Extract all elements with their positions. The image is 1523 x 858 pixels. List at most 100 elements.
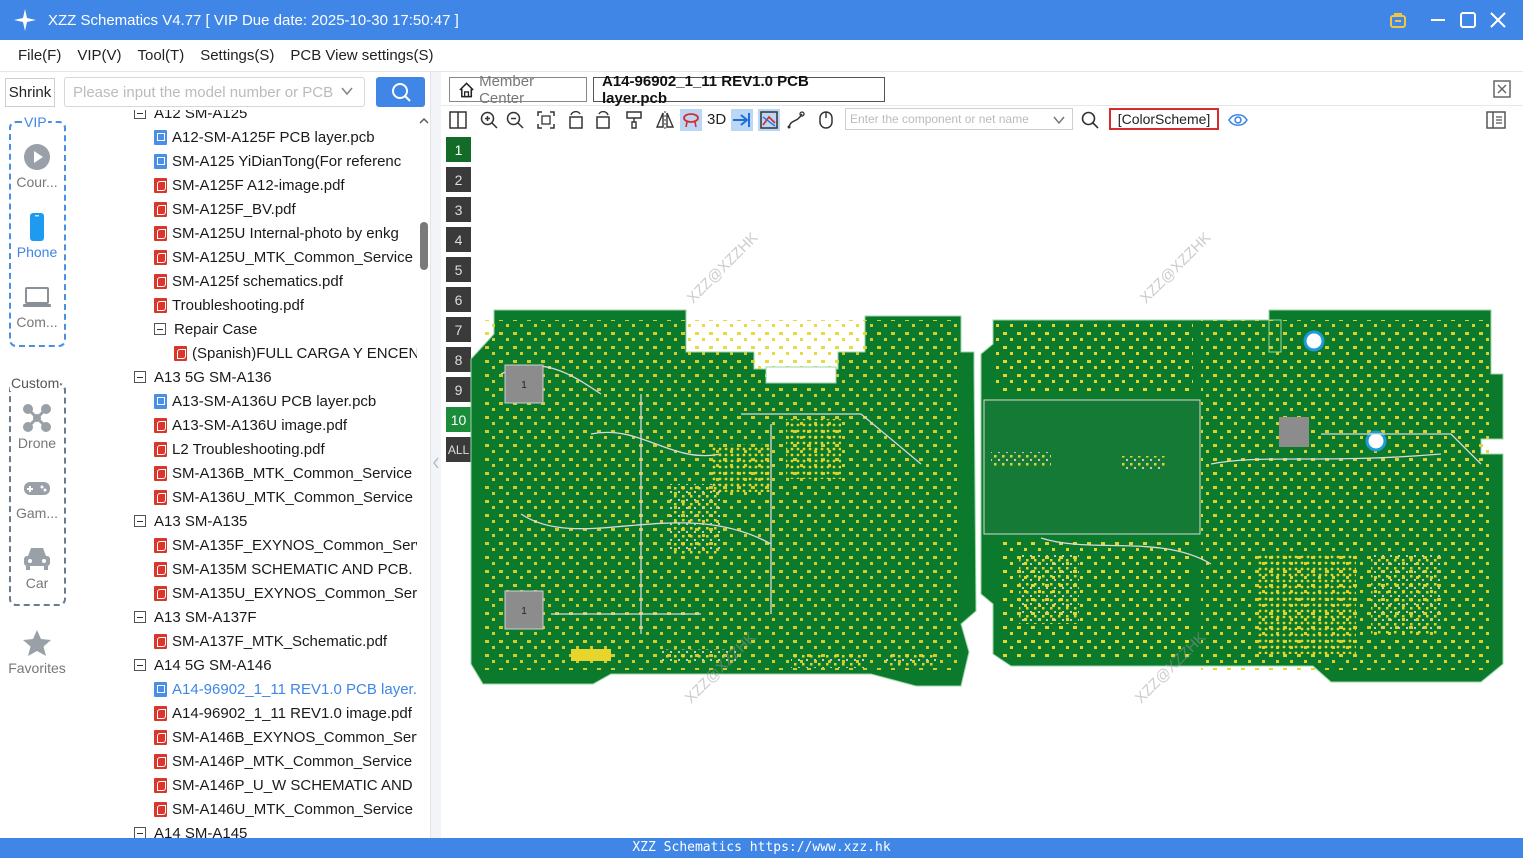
zoom-out-button[interactable] bbox=[504, 109, 526, 131]
pdf-file-icon bbox=[154, 561, 167, 577]
tree-file[interactable]: SM-A125 YiDianTong(For referenc bbox=[154, 149, 401, 173]
search-placeholder: Please input the model number or PCB bbox=[73, 83, 334, 101]
collapse-icon[interactable] bbox=[134, 515, 146, 527]
collapse-icon[interactable] bbox=[134, 371, 146, 383]
fit-view-icon bbox=[537, 111, 555, 129]
maximize-button[interactable] bbox=[1458, 0, 1478, 40]
collapse-icon[interactable] bbox=[134, 611, 146, 623]
pcb-board-view[interactable]: 1 1 XZZ@XZZHK XZZ@XZZHK XZZ@XZZHK XZZ@XZ… bbox=[441, 134, 1523, 838]
rail-item-drone[interactable]: Drone bbox=[0, 404, 74, 451]
menu-vip[interactable]: VIP(V) bbox=[77, 47, 121, 64]
rotate-right-button[interactable] bbox=[592, 109, 614, 131]
mirror-button[interactable] bbox=[654, 109, 676, 131]
chevron-down-icon[interactable] bbox=[340, 84, 354, 98]
rail-item-car[interactable]: Car bbox=[0, 544, 74, 591]
format-brush-button[interactable] bbox=[623, 109, 645, 131]
visibility-button[interactable] bbox=[1227, 109, 1249, 131]
rail-item-courses[interactable]: Cour... bbox=[0, 143, 74, 190]
tree-file[interactable]: A14-96902_1_11 REV1.0 image.pdf bbox=[154, 701, 412, 725]
tree-file[interactable]: SM-A135M SCHEMATIC AND PCB. bbox=[154, 557, 413, 581]
tree-folder[interactable]: A12 SM-A125 bbox=[134, 110, 247, 125]
tab-pcb-layer[interactable]: A14-96902_1_11 REV1.0 PCB layer.pcb bbox=[593, 73, 885, 107]
tree-file[interactable]: A12-SM-A125F PCB layer.pcb bbox=[154, 125, 375, 149]
tree-file[interactable]: SM-A135U_EXYNOS_Common_Serv bbox=[154, 581, 425, 605]
rail-item-label: Phone bbox=[16, 244, 58, 260]
close-button[interactable] bbox=[1488, 0, 1508, 40]
tree-file[interactable]: SM-A136U_MTK_Common_Service bbox=[154, 485, 413, 509]
trace-tool-button[interactable] bbox=[785, 109, 807, 131]
pdf-file-icon bbox=[154, 417, 167, 433]
tree-file[interactable]: SM-A146P_U_W SCHEMATIC AND bbox=[154, 773, 413, 797]
tree-file[interactable]: A13-SM-A136U image.pdf bbox=[154, 413, 347, 437]
pdf-file-icon bbox=[154, 777, 167, 793]
split-view-button[interactable] bbox=[447, 109, 469, 131]
trace-icon bbox=[787, 111, 805, 129]
tree-file[interactable]: SM-A137F_MTK_Schematic.pdf bbox=[154, 629, 387, 653]
tree-file[interactable]: SM-A125U Internal-photo by enkg bbox=[154, 221, 399, 245]
menu-file[interactable]: File(F) bbox=[18, 47, 61, 64]
tree-item-label: A13-SM-A136U PCB layer.pcb bbox=[172, 392, 377, 410]
menu-pcb-view-settings[interactable]: PCB View settings(S) bbox=[290, 47, 433, 64]
collapse-icon[interactable] bbox=[134, 110, 146, 119]
tree-file[interactable]: A13-SM-A136U PCB layer.pcb bbox=[154, 389, 376, 413]
shrink-button[interactable]: Shrink bbox=[5, 78, 55, 107]
collapse-icon[interactable] bbox=[154, 323, 166, 335]
watermark: XZZ@XZZHK bbox=[684, 229, 762, 307]
menu-settings[interactable]: Settings(S) bbox=[200, 47, 274, 64]
tree-file[interactable]: L2 Troubleshooting.pdf bbox=[154, 437, 325, 461]
collapse-panel-icon[interactable] bbox=[431, 456, 441, 470]
component-search-button[interactable] bbox=[1079, 109, 1101, 131]
tree-file[interactable]: A14-96902_1_11 REV1.0 PCB layer.p bbox=[154, 677, 425, 701]
custom-group-label: Custom bbox=[10, 375, 61, 391]
minimize-button[interactable] bbox=[1428, 0, 1448, 40]
scroll-up-icon[interactable] bbox=[418, 116, 430, 126]
tree-folder[interactable]: A13 SM-A135 bbox=[134, 509, 247, 533]
model-search-input[interactable]: Please input the model number or PCB bbox=[64, 77, 365, 107]
tab-member-center[interactable]: Member Center bbox=[449, 73, 587, 107]
tree-file[interactable]: SM-A146P_MTK_Common_Service bbox=[154, 749, 412, 773]
color-scheme-button[interactable]: [ColorScheme] bbox=[1109, 108, 1219, 130]
tree-folder[interactable]: A14 SM-A145 bbox=[134, 821, 247, 838]
menu-tool[interactable]: Tool(T) bbox=[138, 47, 185, 64]
component-search-input[interactable]: Enter the component or net name bbox=[845, 108, 1073, 130]
rail-item-favorites[interactable]: Favorites bbox=[0, 629, 74, 676]
rotate-left-button[interactable] bbox=[565, 109, 587, 131]
side-panel-toggle-button[interactable] bbox=[1485, 109, 1507, 131]
tree-folder[interactable]: A13 5G SM-A136 bbox=[134, 365, 272, 389]
vip-bag-icon[interactable] bbox=[1388, 0, 1408, 40]
tree-file[interactable]: SM-A125F A12-image.pdf bbox=[154, 173, 345, 197]
collapse-icon[interactable] bbox=[134, 827, 146, 838]
collapse-icon[interactable] bbox=[134, 659, 146, 671]
tree-scroll-thumb[interactable] bbox=[420, 222, 428, 270]
tree-file[interactable]: SM-A136B_MTK_Common_Service bbox=[154, 461, 412, 485]
tree-folder[interactable]: A13 SM-A137F bbox=[134, 605, 257, 629]
flip-side-button[interactable] bbox=[731, 109, 753, 131]
layer-overlay-button[interactable] bbox=[758, 109, 780, 131]
rail-item-phone[interactable]: Phone bbox=[0, 213, 74, 260]
net-highlight-button[interactable] bbox=[680, 109, 702, 131]
chevron-down-icon[interactable] bbox=[1052, 113, 1066, 127]
tree-file[interactable]: (Spanish)FULL CARGA Y ENCENI bbox=[174, 341, 423, 365]
view-3d-button[interactable]: 3D bbox=[707, 111, 726, 128]
fit-view-button[interactable] bbox=[535, 109, 557, 131]
zoom-in-button[interactable] bbox=[478, 109, 500, 131]
tree-file[interactable]: SM-A125F_BV.pdf bbox=[154, 197, 296, 221]
tree-folder[interactable]: Repair Case bbox=[154, 317, 257, 341]
search-button[interactable] bbox=[376, 77, 425, 107]
tree-file[interactable]: SM-A125U_MTK_Common_Service bbox=[154, 245, 413, 269]
rail-item-games[interactable]: Gam... bbox=[0, 474, 74, 521]
tree-file[interactable]: SM-A146U_MTK_Common_Service bbox=[154, 797, 413, 821]
tree-file[interactable]: SM-A125f schematics.pdf bbox=[154, 269, 343, 293]
status-bar: XZZ Schematics https://www.xzz.hk bbox=[0, 838, 1523, 858]
rail-item-computer[interactable]: Com... bbox=[0, 283, 74, 330]
tree-folder[interactable]: A14 5G SM-A146 bbox=[134, 653, 272, 677]
pcb-canvas[interactable]: 1 2 3 4 5 6 7 8 9 10 ALL 1 1 XZZ@XZZHK X… bbox=[441, 134, 1523, 838]
tree-file[interactable]: Troubleshooting.pdf bbox=[154, 293, 304, 317]
tree-scrollbar[interactable] bbox=[417, 110, 429, 838]
panel-splitter[interactable] bbox=[430, 72, 441, 838]
chip-label: 1 bbox=[521, 606, 527, 617]
mouse-mode-button[interactable] bbox=[815, 109, 837, 131]
close-all-tabs-icon[interactable] bbox=[1492, 79, 1512, 99]
tree-file[interactable]: SM-A135F_EXYNOS_Common_Serv bbox=[154, 533, 423, 557]
tree-file[interactable]: SM-A146B_EXYNOS_Common_Serv bbox=[154, 725, 424, 749]
